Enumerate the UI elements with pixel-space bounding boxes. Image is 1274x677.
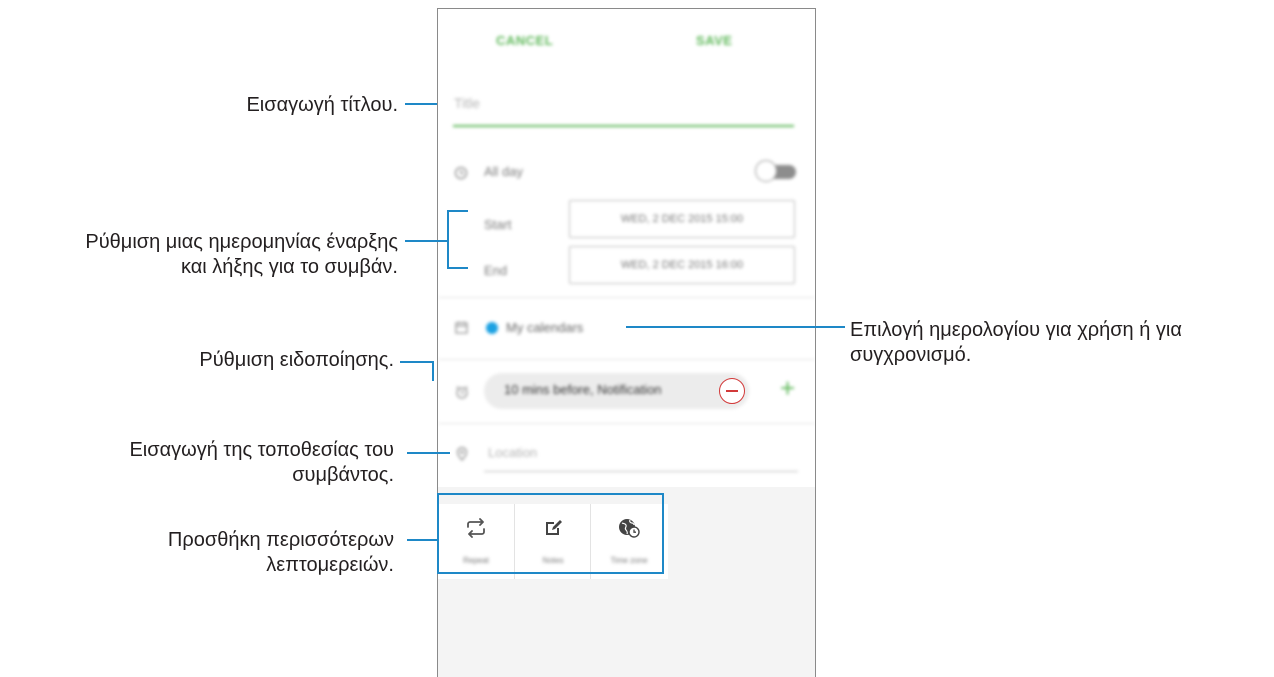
end-label: End <box>484 263 508 278</box>
remove-reminder-button[interactable] <box>719 378 745 404</box>
end-date-field[interactable]: WED, 2 DEC 2015 16:00 <box>569 246 795 284</box>
more-details-highlight <box>437 493 664 574</box>
alarm-icon <box>455 385 469 401</box>
start-date-field[interactable]: WED, 2 DEC 2015 15:00 <box>569 200 795 238</box>
location-input[interactable]: Location <box>488 445 537 460</box>
annotation-dates-line1: Ρύθμιση μιας ημερομηνίας έναρξης <box>85 231 398 253</box>
title-input-underline <box>453 125 794 127</box>
annotation-dates: Ρύθμιση μιας ημερομηνίας έναρξης και λήξ… <box>0 230 398 280</box>
calendar-color-dot <box>486 322 498 334</box>
cancel-button[interactable]: CANCEL <box>496 33 553 48</box>
annotation-calendar: Επιλογή ημερολογίου για χρήση ή για συγχ… <box>850 318 1270 368</box>
location-underline <box>484 471 798 472</box>
annotation-more: Προσθήκη περισσότερων λεπτομερειών. <box>60 528 394 578</box>
clock-icon <box>454 166 468 182</box>
annotation-title: Εισαγωγή τίτλου. <box>150 93 398 118</box>
annotation-calendar-line1: Επιλογή ημερολογίου για χρήση ή για <box>850 319 1182 341</box>
all-day-label: All day <box>484 164 524 179</box>
phone-screen: CANCEL SAVE Title All day Start WED, 2 D… <box>437 8 816 677</box>
divider <box>438 359 815 360</box>
annotation-dates-line2: και λήξης για το συμβάν. <box>180 256 398 278</box>
calendar-selector[interactable]: My calendars <box>506 320 583 335</box>
save-button[interactable]: SAVE <box>696 33 732 48</box>
annotation-more-line2: λεπτομερειών. <box>266 554 394 576</box>
divider <box>438 297 815 298</box>
annotation-reminder: Ρύθμιση ειδοποίησης. <box>100 348 394 373</box>
callout-reminder-line <box>400 361 434 381</box>
reminder-chip[interactable]: 10 mins before, Notification <box>484 373 749 409</box>
event-form: CANCEL SAVE Title All day Start WED, 2 D… <box>438 9 815 487</box>
annotation-calendar-line2: συγχρονισμό. <box>850 344 972 366</box>
reminder-value: 10 mins before, Notification <box>504 382 662 397</box>
annotation-reminder-text: Ρύθμιση ειδοποίησης. <box>199 349 394 371</box>
annotation-location: Εισαγωγή της τοποθεσίας του συμβάντος. <box>40 438 394 488</box>
annotation-location-line1: Εισαγωγή της τοποθεσίας του <box>129 439 394 461</box>
calendar-icon <box>455 321 468 336</box>
annotation-location-line2: συμβάντος. <box>292 464 394 486</box>
start-label: Start <box>484 217 512 232</box>
title-input[interactable]: Title <box>454 95 480 111</box>
add-reminder-button[interactable]: + <box>780 373 795 403</box>
annotation-more-line1: Προσθήκη περισσότερων <box>167 529 394 551</box>
toggle-knob <box>755 160 777 182</box>
annotation-title-text: Εισαγωγή τίτλου. <box>246 94 398 116</box>
location-pin-icon <box>456 447 468 463</box>
divider <box>438 423 815 424</box>
